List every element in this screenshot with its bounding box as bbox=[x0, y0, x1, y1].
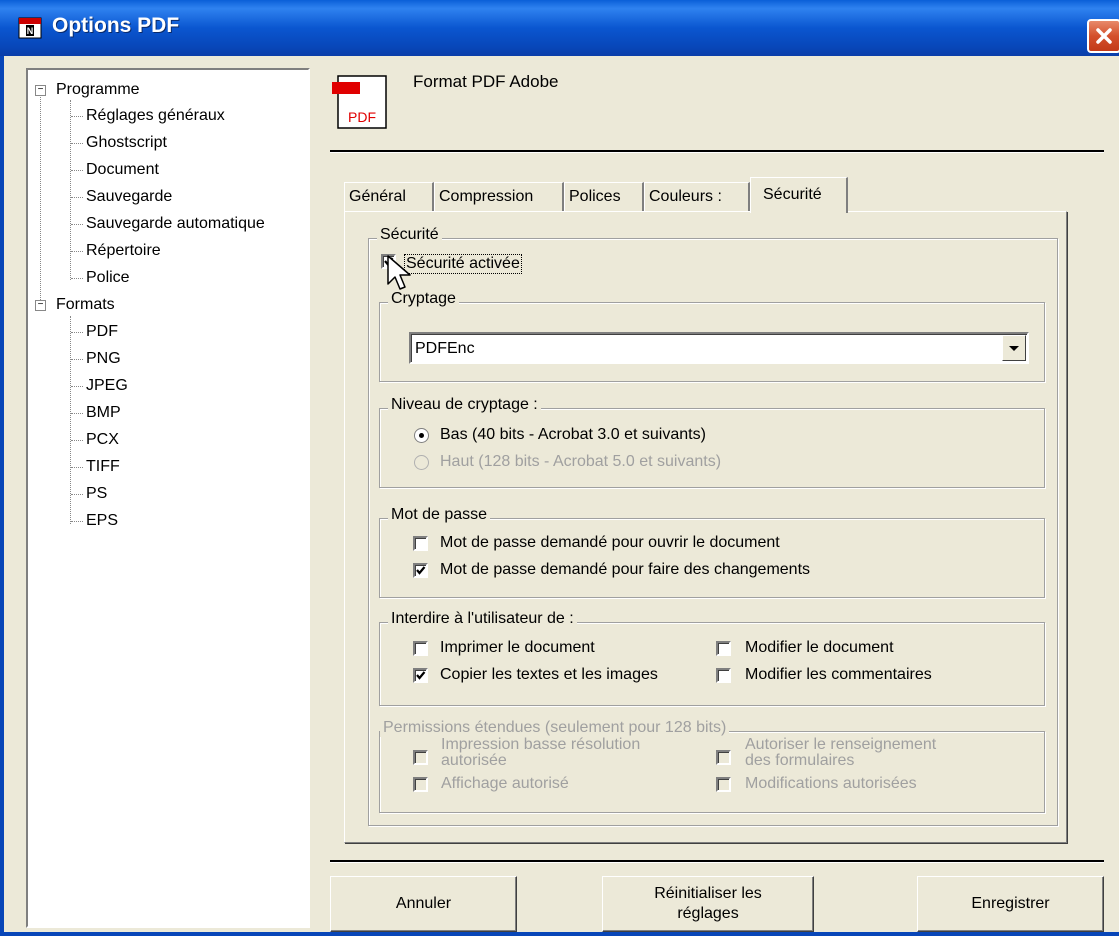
tab-polices[interactable]: Polices bbox=[564, 182, 644, 212]
tree-item[interactable]: PDF bbox=[86, 323, 118, 341]
tree-item[interactable]: PNG bbox=[86, 350, 121, 368]
checkmark-icon bbox=[416, 566, 426, 575]
password-change-checkbox[interactable] bbox=[413, 563, 428, 578]
tree-item[interactable]: PS bbox=[86, 485, 107, 503]
view-allowed-label: Affichage autorisé bbox=[441, 775, 569, 792]
restrict-group bbox=[379, 622, 1045, 706]
lowres-print-checkbox bbox=[413, 750, 428, 765]
level-high-radio bbox=[414, 455, 429, 470]
footer-separator bbox=[330, 860, 1104, 863]
tree-line bbox=[70, 100, 71, 280]
password-change-label[interactable]: Mot de passe demandé pour faire des chan… bbox=[440, 561, 810, 579]
view-allowed-checkbox bbox=[413, 777, 428, 792]
tab-compression[interactable]: Compression bbox=[434, 182, 564, 212]
password-group bbox=[379, 518, 1045, 598]
level-low-radio[interactable] bbox=[414, 428, 429, 443]
security-group-label: Sécurité bbox=[377, 226, 442, 244]
tree-item[interactable]: Réglages généraux bbox=[86, 107, 225, 125]
modifications-allowed-label: Modifications autorisées bbox=[745, 775, 917, 792]
password-open-checkbox[interactable] bbox=[413, 536, 428, 551]
close-button[interactable] bbox=[1087, 19, 1119, 53]
restrict-print-label[interactable]: Imprimer le document bbox=[440, 639, 595, 657]
tree-item[interactable]: Sauvegarde automatique bbox=[86, 215, 265, 233]
level-group-label: Niveau de cryptage : bbox=[388, 396, 541, 414]
tree-item[interactable]: Répertoire bbox=[86, 242, 161, 260]
restrict-modify-label[interactable]: Modifier le document bbox=[745, 639, 894, 657]
dropdown-button[interactable] bbox=[1002, 335, 1026, 361]
pdf-file-icon: PDF bbox=[332, 75, 387, 129]
chevron-down-icon bbox=[1009, 346, 1019, 351]
tab-general[interactable]: Général bbox=[344, 182, 434, 212]
checkmark-icon bbox=[416, 671, 426, 680]
reset-label-line1: Réinitialiser les bbox=[654, 885, 762, 902]
forms-fill-checkbox bbox=[716, 750, 731, 765]
header-separator bbox=[330, 150, 1104, 153]
restrict-group-label: Interdire à l'utilisateur de : bbox=[388, 610, 577, 628]
options-pdf-window: N Options PDF − Programme Réglages génér… bbox=[0, 0, 1119, 936]
encryption-select[interactable]: PDFEnc bbox=[409, 332, 1029, 364]
restrict-comments-label[interactable]: Modifier les commentaires bbox=[745, 666, 932, 684]
tree-item[interactable]: TIFF bbox=[86, 458, 120, 476]
mouse-cursor-icon bbox=[387, 255, 411, 290]
restrict-print-checkbox[interactable] bbox=[413, 641, 428, 656]
tree-group-programme[interactable]: Programme bbox=[56, 81, 140, 99]
tree-item[interactable]: PCX bbox=[86, 431, 119, 449]
reset-settings-button[interactable]: Réinitialiser les réglages bbox=[602, 876, 814, 932]
collapse-icon[interactable]: − bbox=[35, 85, 46, 96]
restrict-copy-checkbox[interactable] bbox=[413, 668, 428, 683]
extended-group-label: Permissions étendues (seulement pour 128… bbox=[380, 719, 730, 737]
app-icon: N bbox=[18, 17, 42, 39]
password-group-label: Mot de passe bbox=[388, 506, 491, 524]
tree-item[interactable]: BMP bbox=[86, 404, 121, 422]
format-title: Format PDF Adobe bbox=[413, 72, 559, 91]
tree-group-formats[interactable]: Formats bbox=[56, 296, 115, 314]
forms-fill-label: Autoriser le renseignement des formulaire… bbox=[745, 736, 937, 769]
tree-item[interactable]: Police bbox=[86, 269, 130, 287]
window-title: Options PDF bbox=[52, 14, 180, 37]
cancel-button[interactable]: Annuler bbox=[330, 876, 517, 932]
title-bar[interactable]: N Options PDF bbox=[0, 0, 1119, 56]
svg-text:N: N bbox=[27, 26, 34, 36]
window-border-left bbox=[0, 56, 4, 936]
restrict-copy-label[interactable]: Copier les textes et les images bbox=[440, 666, 658, 684]
tree-line bbox=[40, 92, 41, 310]
password-open-label[interactable]: Mot de passe demandé pour ouvrir le docu… bbox=[440, 534, 780, 552]
tree-item[interactable]: Sauvegarde bbox=[86, 188, 172, 206]
level-group bbox=[379, 408, 1045, 488]
enable-security-label[interactable]: Sécurité activée bbox=[404, 254, 522, 274]
level-low-label[interactable]: Bas (40 bits - Acrobat 3.0 et suivants) bbox=[440, 426, 706, 444]
options-tree[interactable]: − Programme Réglages généraux Ghostscrip… bbox=[26, 68, 310, 928]
tab-couleurs[interactable]: Couleurs : bbox=[644, 182, 750, 212]
tree-item[interactable]: Document bbox=[86, 161, 159, 179]
svg-text:PDF: PDF bbox=[348, 109, 376, 125]
tab-securite[interactable]: Sécurité bbox=[750, 177, 848, 213]
close-icon bbox=[1096, 28, 1112, 44]
save-button[interactable]: Enregistrer bbox=[917, 876, 1104, 932]
reset-label-line2: réglages bbox=[677, 905, 739, 922]
tree-item[interactable]: Ghostscript bbox=[86, 134, 167, 152]
tree-line bbox=[70, 316, 71, 524]
tree-item[interactable]: EPS bbox=[86, 512, 118, 530]
modifications-allowed-checkbox bbox=[716, 777, 731, 792]
restrict-modify-checkbox[interactable] bbox=[716, 641, 731, 656]
level-high-label: Haut (128 bits - Acrobat 5.0 et suivants… bbox=[440, 453, 722, 470]
window-border-bottom bbox=[0, 932, 1119, 936]
lowres-print-label: Impression basse résolution autorisée bbox=[441, 736, 641, 769]
restrict-comments-checkbox[interactable] bbox=[716, 668, 731, 683]
collapse-icon[interactable]: − bbox=[35, 300, 46, 311]
encryption-select-value: PDFEnc bbox=[415, 340, 475, 357]
tree-item[interactable]: JPEG bbox=[86, 377, 128, 395]
